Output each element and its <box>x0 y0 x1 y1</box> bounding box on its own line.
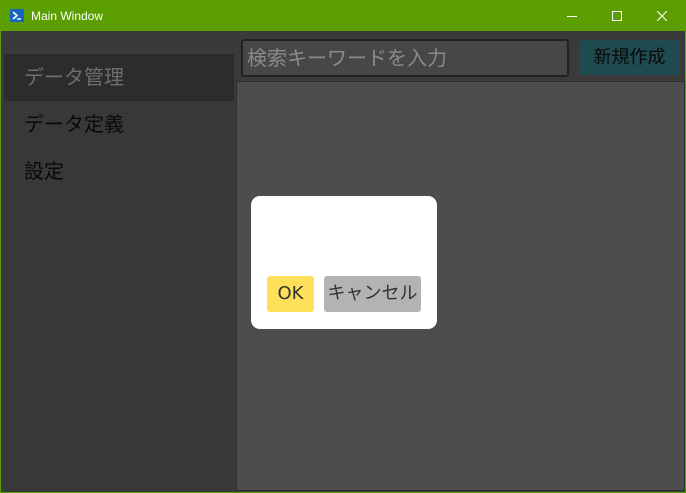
maximize-button[interactable] <box>594 1 640 31</box>
minimize-button[interactable] <box>549 1 595 31</box>
sidebar-item-data-management[interactable]: データ管理 <box>4 54 234 101</box>
minimize-icon <box>567 16 577 17</box>
ok-button-label: OK <box>277 283 304 304</box>
close-button[interactable] <box>639 1 685 31</box>
new-create-button[interactable]: 新規作成 <box>579 40 680 75</box>
sidebar-item-label: データ管理 <box>24 65 124 89</box>
cancel-button-label: キャンセル <box>327 283 418 304</box>
search-input[interactable] <box>241 39 569 77</box>
sidebar-item-data-definition[interactable]: データ定義 <box>4 101 234 148</box>
sidebar-item-label: データ定義 <box>24 112 124 136</box>
ok-button[interactable]: OK <box>267 276 314 312</box>
close-icon <box>657 11 667 21</box>
new-create-button-label: 新規作成 <box>593 47 666 68</box>
sidebar-item-label: 設定 <box>24 159 64 183</box>
powershell-icon <box>10 9 24 22</box>
maximize-icon <box>612 11 622 21</box>
main-window: Main Window データ管理 データ定義 設定 新規作成 <box>0 0 686 493</box>
title-bar[interactable]: Main Window <box>1 1 685 31</box>
cancel-button[interactable]: キャンセル <box>324 276 421 312</box>
sidebar: データ管理 データ定義 設定 <box>4 54 234 492</box>
sidebar-item-settings[interactable]: 設定 <box>4 148 234 195</box>
confirm-dialog: OK キャンセル <box>251 196 437 329</box>
window-title: Main Window <box>31 9 104 23</box>
